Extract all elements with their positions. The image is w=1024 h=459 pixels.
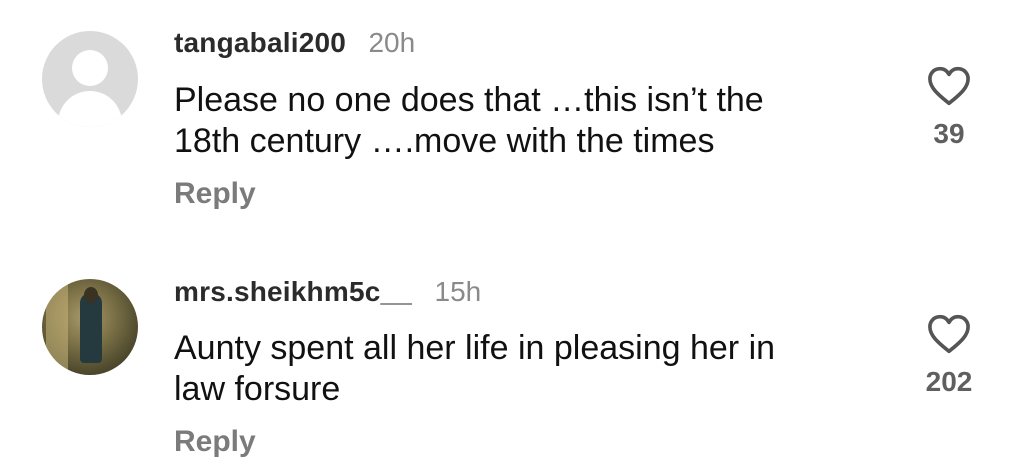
comment-meta: tangabali200 20h	[174, 27, 415, 59]
comment-item: mrs.sheikhm5c__ 15h Aunty spent all her …	[0, 250, 1024, 458]
comment-item: tangabali200 20h Please no one does that…	[0, 0, 1024, 240]
like-button[interactable]: 39	[919, 66, 979, 150]
avatar[interactable]	[42, 31, 138, 127]
comment-text-line: law forsure	[174, 370, 341, 408]
like-count: 202	[925, 366, 973, 397]
comment-meta: mrs.sheikhm5c__ 15h	[174, 276, 481, 308]
user-photo-avatar	[80, 293, 102, 363]
comment-text: Aunty spent all her life in pleasing her…	[174, 328, 874, 410]
comment-text-line: 18th century ….move with the times	[174, 122, 715, 160]
username[interactable]: mrs.sheikhm5c__	[174, 276, 412, 307]
comment-text-line: Aunty spent all her life in pleasing her…	[174, 329, 776, 367]
timestamp: 15h	[434, 276, 482, 307]
reply-button[interactable]: Reply	[174, 177, 256, 211]
like-count: 39	[933, 118, 965, 149]
timestamp: 20h	[368, 27, 416, 58]
avatar[interactable]	[42, 279, 138, 375]
reply-button[interactable]: Reply	[174, 425, 256, 459]
comment-text: Please no one does that …this isn’t the …	[174, 80, 874, 162]
username[interactable]: tangabali200	[174, 27, 346, 58]
heart-icon[interactable]	[927, 314, 971, 354]
like-button[interactable]: 202	[919, 314, 979, 398]
default-avatar-icon	[72, 50, 108, 86]
heart-icon[interactable]	[927, 66, 971, 106]
comment-text-line: Please no one does that …this isn’t the	[174, 81, 764, 119]
